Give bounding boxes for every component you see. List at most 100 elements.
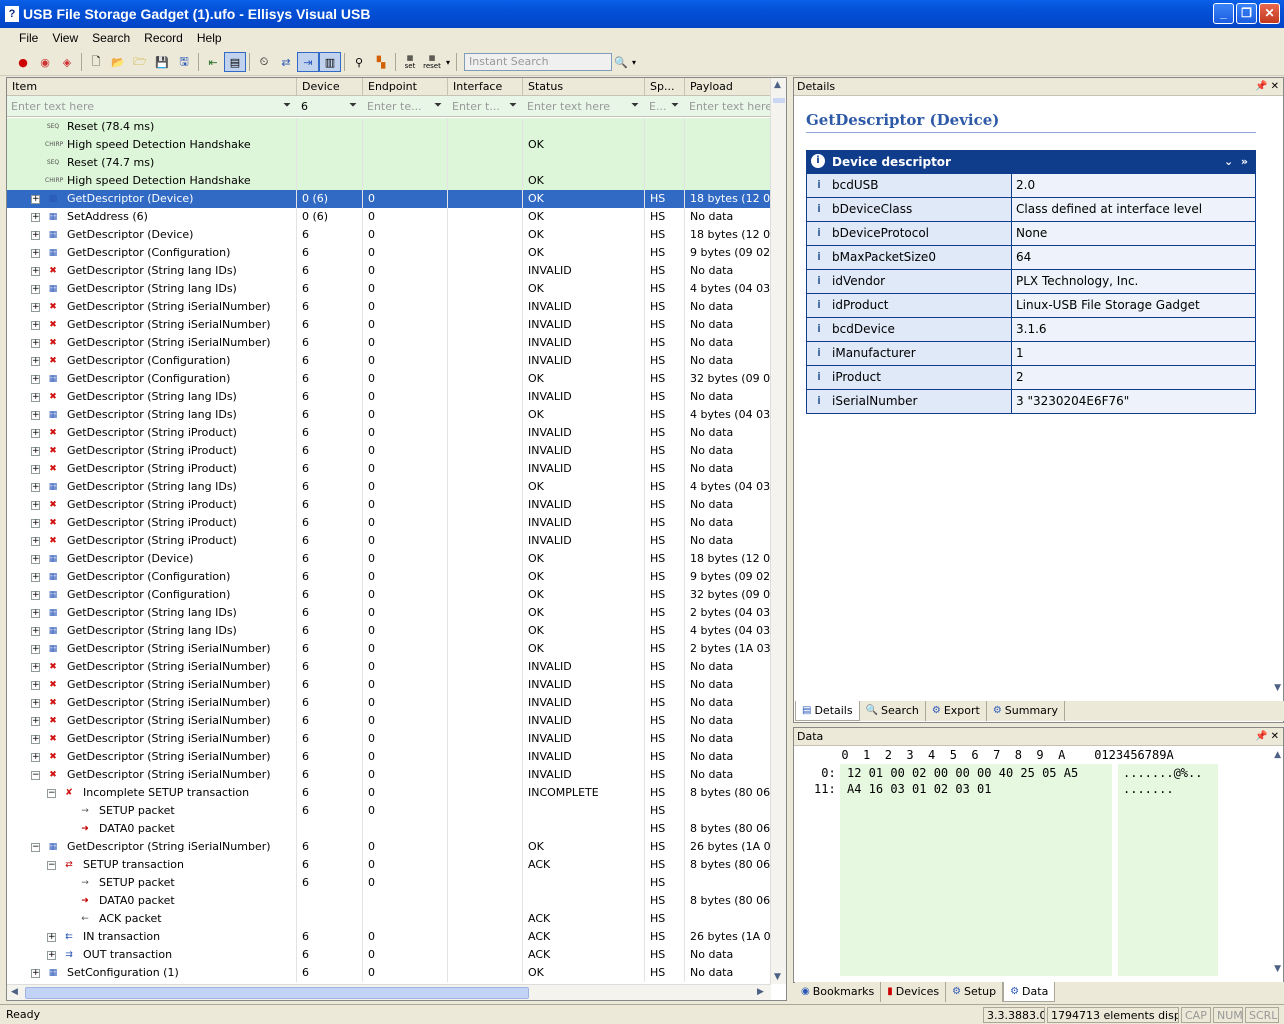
table-row[interactable]: + ▦ GetDescriptor (String iSerialNumber) 6 0… [7,640,771,658]
expand-icon[interactable]: + [31,663,40,672]
descriptor-row[interactable]: i idProduct Linux-USB File Storage Gadget [806,294,1256,318]
table-row[interactable]: + ✖ GetDescriptor (String iSerialNumber) 6 0… [7,298,771,316]
expand-icon[interactable]: + [31,699,40,708]
expand-icon[interactable]: + [31,411,40,420]
expand-icon[interactable]: + [31,339,40,348]
expand-icon[interactable]: + [31,393,40,402]
hex-bytes[interactable]: 12 01 00 02 00 00 00 40 25 05 A5 [847,766,1078,780]
expand-icon[interactable]: + [31,231,40,240]
descriptor-row[interactable]: i bDeviceClass Class defined at interface … [806,198,1256,222]
tab-bookmarks[interactable]: ◉ Bookmarks [795,982,882,1002]
table-row[interactable]: + ▦ GetDescriptor (Device) 0 (6) 0 OK HS 18 byt… [7,190,771,208]
filter-icon[interactable]: ⏷ [432,100,444,112]
table-row[interactable]: + ✖ GetDescriptor (String iSerialNumber) 6 0… [7,730,771,748]
table-row[interactable]: + ▦ GetDescriptor (Device) 6 0 OK HS 18 bytes (… [7,226,771,244]
column-header-interface[interactable]: Interface [448,78,523,96]
menu-file[interactable]: File [12,31,45,45]
collapse-icon[interactable]: − [47,789,56,798]
table-row[interactable]: + ▦ GetDescriptor (String lang IDs) 6 0 OK HS 4… [7,406,771,424]
table-row[interactable]: + ▦ SetConfiguration (1) 6 0 OK HS No data [7,964,771,982]
expand-icon[interactable]: + [31,537,40,546]
descriptor-row[interactable]: i iProduct 2 [806,366,1256,390]
scroll-up-arrow[interactable]: ▲ [774,80,781,90]
transactions-icon[interactable]: ⇥ [297,52,319,72]
expand-icon[interactable]: + [31,267,40,276]
table-row[interactable]: + ▦ GetDescriptor (String lang IDs) 6 0 OK HS 4… [7,280,771,298]
tab-export[interactable]: ⚙ Export [926,701,987,721]
expand-icon[interactable]: + [31,447,40,456]
expand-icon[interactable]: + [31,519,40,528]
table-row[interactable]: → SETUP packet 6 0 HS [7,874,771,892]
table-row[interactable]: + ✖ GetDescriptor (String iSerialNumber) 6 0… [7,658,771,676]
expand-icon[interactable]: + [31,195,40,204]
restore-button[interactable]: ❐ [1236,3,1257,24]
expand-icon[interactable]: + [31,555,40,564]
column-header-endpoint[interactable]: Endpoint [363,78,448,96]
pin-icon[interactable]: 📌 [1255,81,1267,92]
table-row[interactable]: → SETUP packet 6 0 HS [7,802,771,820]
column-header-speed[interactable]: Sp... [645,78,685,96]
open-icon[interactable]: 📂 [107,52,129,72]
scroll-thumb[interactable] [773,98,785,103]
expand-icon[interactable]: + [31,321,40,330]
filter-endpoint-input[interactable]: Enter te... [363,97,432,116]
descriptor-header[interactable]: i Device descriptor ⌄ » [806,150,1256,174]
tab-summary[interactable]: ⚙ Summary [987,701,1065,721]
table-row[interactable]: + ▦ GetDescriptor (String lang IDs) 6 0 OK HS 4… [7,622,771,640]
open-folder-icon[interactable]: 🗁 [129,52,151,72]
scroll-right-arrow[interactable]: ▶ [757,987,764,997]
table-row[interactable]: − ⇄ SETUP transaction 6 0 ACK HS 8 bytes (80 06… [7,856,771,874]
filter-icon[interactable]: ⏷ [507,100,519,112]
expand-icon[interactable]: + [31,429,40,438]
expand-icon[interactable]: + [31,285,40,294]
menu-view[interactable]: View [45,31,85,45]
table-row[interactable]: CHIRP High speed Detection Handshake OK [7,172,771,190]
table-row[interactable]: + ✖ GetDescriptor (String iProduct) 6 0 INVAL… [7,442,771,460]
table-row[interactable]: + ▦ GetDescriptor (Device) 6 0 OK HS 18 bytes (… [7,550,771,568]
scroll-thumb[interactable] [25,987,529,999]
scroll-up-arrow[interactable]: ▲ [1274,750,1281,760]
filter-status-input[interactable]: Enter text here [523,97,629,116]
instant-search-input[interactable]: Instant Search [464,53,612,71]
table-row[interactable]: + ✖ GetDescriptor (String lang IDs) 6 0 INVAL… [7,388,771,406]
table-row[interactable]: + ✖ GetDescriptor (String iProduct) 6 0 INVAL… [7,532,771,550]
table-row[interactable]: + ✖ GetDescriptor (Configuration) 6 0 INVALID… [7,352,771,370]
menu-help[interactable]: Help [190,31,229,45]
table-row[interactable]: CHIRP High speed Detection Handshake OK [7,136,771,154]
hex-bytes[interactable]: A4 16 03 01 02 03 01 [847,782,992,796]
filter-icon[interactable]: ⏷ [629,100,641,112]
colors-icon[interactable]: ▚ [370,52,392,72]
expand-icon[interactable]: + [31,681,40,690]
chevron-down-icon[interactable]: ▾ [443,52,453,72]
table-row[interactable]: + ✖ GetDescriptor (String iSerialNumber) 6 0… [7,712,771,730]
expand-icon[interactable]: + [31,969,40,978]
record-icon[interactable]: ● [12,52,34,72]
scroll-left-arrow[interactable]: ◀ [11,987,18,997]
table-row[interactable]: + ✖ GetDescriptor (String iProduct) 6 0 INVAL… [7,514,771,532]
collapse-icon[interactable]: − [31,771,40,780]
filter-icon[interactable]: ⏷ [281,100,293,112]
table-row[interactable]: − ▦ GetDescriptor (String iSerialNumber) 6 0… [7,838,771,856]
filter-speed-input[interactable]: E... [645,97,669,116]
descriptor-row[interactable]: i bcdDevice 3.1.6 [806,318,1256,342]
expand-icon[interactable]: + [31,213,40,222]
vertical-scrollbar[interactable]: ▲ ▼ [770,78,786,984]
expand-icon[interactable]: + [31,591,40,600]
table-row[interactable]: + ✖ GetDescriptor (String lang IDs) 6 0 INVAL… [7,262,771,280]
table-row[interactable]: + ▦ GetDescriptor (Configuration) 6 0 OK HS 32 … [7,586,771,604]
table-row[interactable]: + ✖ GetDescriptor (String iSerialNumber) 6 0… [7,748,771,766]
table-row[interactable]: ➜ DATA0 packet HS8 bytes (80 06 03 [7,820,771,838]
filter-icon[interactable]: ⏷ [347,100,359,112]
tab-data[interactable]: ⚙ Data [1003,982,1056,1002]
table-row[interactable]: + ✖ GetDescriptor (String iProduct) 6 0 INVAL… [7,460,771,478]
table-row[interactable]: + ▦ GetDescriptor (Configuration) 6 0 OK HS 9 b… [7,244,771,262]
back-icon[interactable]: ⇤ [202,52,224,72]
filter-interface-input[interactable]: Enter t... [448,97,507,116]
table-row[interactable]: − ✘ Incomplete SETUP transaction 6 0 INCOMPLE… [7,784,771,802]
tab-search[interactable]: 🔍 Search [860,701,926,721]
swap-icon[interactable]: ⇄ [275,52,297,72]
expand-icon[interactable]: + [31,303,40,312]
clock-icon[interactable]: ⏲ [253,52,275,72]
descriptor-row[interactable]: i bDeviceProtocol None [806,222,1256,246]
layout-icon[interactable]: ▤ [224,52,246,72]
